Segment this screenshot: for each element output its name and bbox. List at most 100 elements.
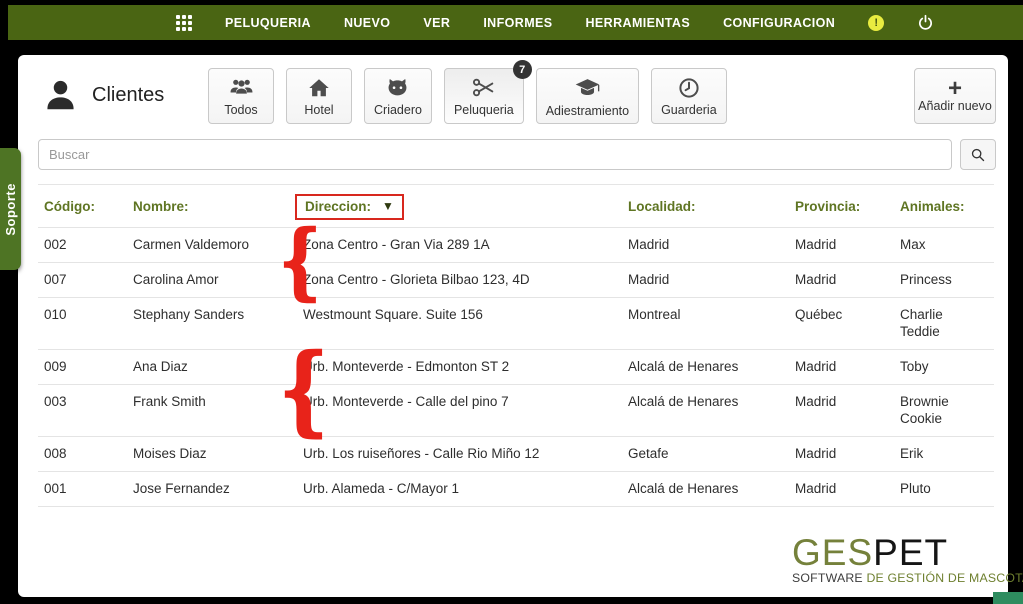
cell-animales: Brownie Cookie: [894, 385, 994, 436]
power-icon[interactable]: [917, 14, 934, 31]
table-header-row: Código: Nombre: Direccion: ▼ Localidad: …: [38, 185, 994, 228]
tab-label: Guarderia: [661, 103, 717, 117]
tab-criadero[interactable]: Criadero: [364, 68, 432, 124]
header-codigo: Código:: [38, 185, 127, 227]
menu-item-peluqueria[interactable]: PELUQUERIA: [225, 16, 311, 30]
header-provincia: Provincia:: [789, 185, 894, 227]
table-row[interactable]: 001 Jose Fernandez Urb. Alameda - C/Mayo…: [38, 472, 994, 507]
tab-label: Todos: [224, 103, 257, 117]
cell-codigo: 009: [38, 350, 127, 384]
annotation-red-box: Direccion: ▼: [295, 194, 404, 220]
menu-item-herramientas[interactable]: HERRAMIENTAS: [586, 16, 691, 30]
tab-peluqueria[interactable]: 7 Peluqueria: [444, 68, 524, 124]
cell-animales: Pluto: [894, 472, 994, 506]
top-navigation-bar: PELUQUERIA NUEVO VER INFORMES HERRAMIENT…: [8, 5, 1023, 40]
cell-animales: Max: [894, 228, 994, 262]
search-bar: [38, 139, 996, 170]
search-icon: [970, 147, 986, 163]
gespet-logo-wordmark: GESPET: [792, 535, 998, 571]
cell-codigo: 001: [38, 472, 127, 506]
cell-direccion: Urb. Monteverde - Edmonton ST 2: [297, 350, 622, 384]
corner-chat-widget[interactable]: [993, 592, 1023, 604]
menu-item-informes[interactable]: INFORMES: [483, 16, 552, 30]
cell-nombre: Jose Fernandez: [127, 472, 297, 506]
cell-codigo: 008: [38, 437, 127, 471]
cell-localidad: Madrid: [622, 228, 789, 262]
table-row[interactable]: 009 Ana Diaz Urb. Monteverde - Edmonton …: [38, 350, 994, 385]
cell-codigo: 002: [38, 228, 127, 262]
cell-localidad: Madrid: [622, 263, 789, 297]
cell-codigo: 007: [38, 263, 127, 297]
cell-direccion: Urb. Los ruiseñores - Calle Rio Miño 12: [297, 437, 622, 471]
cell-provincia: Madrid: [789, 228, 894, 262]
menu-item-configuracion[interactable]: CONFIGURACION: [723, 16, 835, 30]
logo-ges-text: GES: [792, 532, 873, 573]
graduation-cap-icon: [574, 74, 601, 101]
page-title-block: Clientes: [44, 79, 164, 112]
tab-todos[interactable]: Todos: [208, 68, 274, 124]
gespet-logo: GESPET SOFTWARE DE GESTIÓN DE MASCOTAS: [792, 535, 998, 585]
search-button[interactable]: [960, 139, 996, 170]
cell-localidad: Getafe: [622, 437, 789, 471]
group-icon: [229, 75, 254, 100]
menu-item-nuevo[interactable]: NUEVO: [344, 16, 390, 30]
logo-pet-text: PET: [873, 532, 948, 573]
cell-nombre: Moises Diaz: [127, 437, 297, 471]
tab-label: Criadero: [374, 103, 422, 117]
add-new-label: Añadir nuevo: [918, 99, 992, 113]
search-input[interactable]: [38, 139, 952, 170]
table-row[interactable]: 008 Moises Diaz Urb. Los ruiseñores - Ca…: [38, 437, 994, 472]
menu-item-ver[interactable]: VER: [423, 16, 450, 30]
cell-animales: Princess: [894, 263, 994, 297]
clock-icon: [677, 76, 701, 100]
cell-provincia: Madrid: [789, 472, 894, 506]
tab-label: Hotel: [304, 103, 333, 117]
cell-nombre: Ana Diaz: [127, 350, 297, 384]
cell-codigo: 010: [38, 298, 127, 349]
cell-animales: Erik: [894, 437, 994, 471]
cell-animales: Toby: [894, 350, 994, 384]
info-icon[interactable]: !: [868, 15, 884, 31]
cell-localidad: Montreal: [622, 298, 789, 349]
tab-guarderia[interactable]: Guarderia: [651, 68, 727, 124]
cell-provincia: Madrid: [789, 350, 894, 384]
filter-tabs: Todos Hotel Criadero 7 Peluqueria: [208, 68, 727, 124]
content-card: Clientes Todos Hotel Criadero: [18, 55, 1008, 597]
house-icon: [307, 76, 331, 100]
cell-nombre: Stephany Sanders: [127, 298, 297, 349]
tab-adiestramiento[interactable]: Adiestramiento: [536, 68, 639, 124]
page-title: Clientes: [92, 84, 164, 107]
gespet-logo-tagline: SOFTWARE DE GESTIÓN DE MASCOTAS: [792, 571, 998, 585]
tab-hotel[interactable]: Hotel: [286, 68, 352, 124]
apps-grid-icon[interactable]: [176, 15, 192, 31]
tab-label: Peluqueria: [454, 103, 514, 117]
support-side-tab[interactable]: Soporte: [0, 148, 21, 270]
cat-icon: [385, 75, 410, 100]
sort-desc-icon[interactable]: ▼: [382, 198, 394, 215]
add-new-button[interactable]: + Añadir nuevo: [914, 68, 996, 124]
cell-provincia: Québec: [789, 298, 894, 349]
header-animales: Animales:: [894, 185, 994, 227]
cell-nombre: Carmen Valdemoro: [127, 228, 297, 262]
header-nombre: Nombre:: [127, 185, 297, 227]
tab-count-badge: 7: [513, 60, 532, 79]
plus-icon: +: [948, 79, 962, 99]
table-row[interactable]: 010 Stephany Sanders Westmount Square. S…: [38, 298, 994, 350]
person-icon: [44, 79, 77, 112]
cell-direccion: Westmount Square. Suite 156: [297, 298, 622, 349]
cell-direccion: Zona Centro - Glorieta Bilbao 123, 4D: [297, 263, 622, 297]
clients-table: Código: Nombre: Direccion: ▼ Localidad: …: [38, 184, 994, 507]
cell-provincia: Madrid: [789, 385, 894, 436]
table-row[interactable]: 003 Frank Smith Urb. Monteverde - Calle …: [38, 385, 994, 437]
header-direccion-label: Direccion:: [305, 198, 371, 215]
cell-localidad: Alcalá de Henares: [622, 472, 789, 506]
table-row[interactable]: 002 Carmen Valdemoro Zona Centro - Gran …: [38, 228, 994, 263]
tab-label: Adiestramiento: [546, 104, 629, 118]
cell-direccion: Urb. Monteverde - Calle del pino 7: [297, 385, 622, 436]
cell-direccion: Zona Centro - Gran Via 289 1A: [297, 228, 622, 262]
cell-direccion: Urb. Alameda - C/Mayor 1: [297, 472, 622, 506]
cell-localidad: Alcalá de Henares: [622, 385, 789, 436]
cell-animales: Charlie Teddie: [894, 298, 994, 349]
cell-localidad: Alcalá de Henares: [622, 350, 789, 384]
table-row[interactable]: 007 Carolina Amor Zona Centro - Glorieta…: [38, 263, 994, 298]
